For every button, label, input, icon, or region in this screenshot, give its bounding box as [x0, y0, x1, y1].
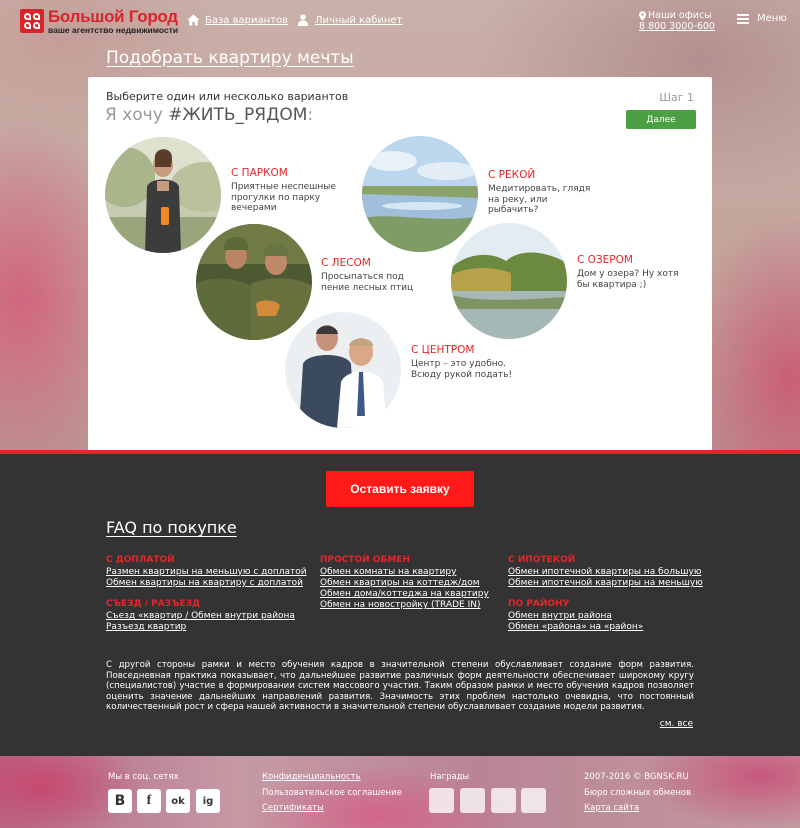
- faq-link[interactable]: Обмен внутри района: [508, 611, 703, 622]
- option-river-title[interactable]: С РЕКОЙ: [488, 169, 535, 181]
- selection-card: Выберите один или несколько вариантов Я …: [88, 77, 712, 451]
- faq-link[interactable]: Размен квартиры на меньшую с доплатой: [106, 567, 307, 578]
- option-forest-title[interactable]: С ЛЕСОМ: [321, 257, 371, 269]
- menu-button[interactable]: Меню: [737, 13, 787, 24]
- headline-word-1: Подобрать: [106, 48, 203, 68]
- option-park-title[interactable]: С ПАРКОМ: [231, 167, 288, 179]
- center-photo-image: [285, 312, 401, 428]
- instagram-icon[interactable]: ig: [196, 789, 220, 813]
- sitemap-link[interactable]: Карта сайта: [584, 803, 639, 813]
- logo[interactable]: Большой Город ваше агентство недвижимост…: [20, 8, 178, 35]
- nav-database-link[interactable]: База вариантов: [187, 14, 288, 26]
- forest-photo-image: [196, 224, 312, 340]
- option-river-desc: Медитировать, глядя на реку, или рыбачит…: [488, 184, 591, 215]
- facebook-icon[interactable]: f: [137, 789, 161, 813]
- card-title: Я хочу #ЖИТЬ_РЯДОМ:: [105, 105, 313, 125]
- option-center-title[interactable]: С ЦЕНТРОМ: [411, 344, 474, 356]
- odnoklassniki-icon[interactable]: ok: [166, 789, 190, 813]
- card-title-hashtag: #ЖИТЬ_РЯДОМ: [168, 105, 308, 125]
- see-all-link[interactable]: см. все: [660, 719, 693, 729]
- nav-cabinet-label: Личный кабинет: [315, 14, 403, 26]
- award-badge[interactable]: [429, 788, 454, 813]
- page-headline[interactable]: Подобрать квартиру мечты: [106, 48, 354, 68]
- hamburger-icon: [737, 13, 749, 24]
- offices-block[interactable]: Наши офисы 8 800 3000-600: [639, 10, 715, 32]
- option-forest-desc: Просыпаться под пение лесных птиц: [321, 272, 414, 293]
- option-river-photo[interactable]: [362, 136, 478, 252]
- option-park-photo[interactable]: [105, 137, 221, 253]
- faq-heading: ПО РАЙОНУ: [508, 599, 570, 609]
- faq-section: Оставить заявку FAQ по покупке С ДОПЛАТО…: [0, 450, 800, 756]
- award-badge[interactable]: [521, 788, 546, 813]
- award-badge[interactable]: [460, 788, 485, 813]
- menu-label: Меню: [757, 13, 787, 24]
- step-indicator: Шаг 1: [659, 91, 694, 104]
- user-icon: [297, 14, 310, 26]
- awards-label: Награды: [430, 772, 470, 782]
- offices-label: Наши офисы: [648, 10, 712, 21]
- faq-link[interactable]: Обмен квартиры на квартиру с доплатой: [106, 578, 307, 589]
- option-center-desc: Центр – это удобно. Всюду рукой подать!: [411, 359, 513, 380]
- home-icon: [187, 14, 200, 26]
- logo-subtitle: ваше агентство недвижимости: [48, 25, 179, 35]
- footer-link-privacy[interactable]: Конфиденциальность: [262, 772, 361, 782]
- headline-word-2: квартиру: [208, 48, 292, 68]
- faq-column-2: ПРОСТОЙ ОБМЕН Обмен комнаты на квартиру …: [320, 555, 489, 611]
- faq-link[interactable]: Съезд «квартир / Обмен внутри района: [106, 611, 307, 622]
- map-pin-icon: [639, 10, 646, 21]
- nav-cabinet-link[interactable]: Личный кабинет: [297, 14, 402, 26]
- option-lake-desc: Дом у озера? Ну хотя бы квартира ;): [577, 269, 679, 290]
- headline-word-3: мечты: [297, 48, 354, 68]
- option-lake-photo[interactable]: [451, 223, 567, 339]
- award-badge[interactable]: [491, 788, 516, 813]
- phone-number[interactable]: 8 800 3000-600: [639, 21, 715, 32]
- social-label: Мы в соц. сетях: [108, 772, 179, 782]
- faq-link[interactable]: Обмен ипотечной квартиры на меньшую: [508, 578, 703, 589]
- faq-heading: С ИПОТЕКОЙ: [508, 555, 576, 565]
- vk-icon[interactable]: В: [108, 789, 132, 813]
- copyright: 2007-2016 © BGNSK.RU: [584, 772, 689, 782]
- faq-title[interactable]: FAQ по покупке: [106, 518, 237, 537]
- faq-heading: С ДОПЛАТОЙ: [106, 555, 175, 565]
- option-park-desc: Приятные неспешные прогулки по парку веч…: [231, 182, 336, 213]
- park-photo-image: [105, 137, 221, 253]
- faq-link[interactable]: Обмен комнаты на квартиру: [320, 567, 489, 578]
- faq-column-1: С ДОПЛАТОЙ Размен квартиры на меньшую с …: [106, 555, 307, 633]
- faq-link[interactable]: Обмен дома/коттеджа на квартиру: [320, 589, 489, 600]
- faq-link[interactable]: Обмен ипотечной квартиры на большую: [508, 567, 703, 578]
- faq-link[interactable]: Обмен на новостройку (TRADE IN): [320, 600, 489, 611]
- card-title-suffix: :: [307, 105, 314, 125]
- card-title-prefix: Я хочу: [105, 105, 169, 125]
- faq-heading: СЪЕЗД / РАЗЪЕЗД: [106, 599, 201, 609]
- option-center-photo[interactable]: [285, 312, 401, 428]
- faq-column-3: С ИПОТЕКОЙ Обмен ипотечной квартиры на б…: [508, 555, 703, 633]
- card-subtitle: Выберите один или несколько вариантов: [106, 90, 349, 103]
- lake-photo-image: [451, 223, 567, 339]
- logo-icon: [20, 9, 44, 34]
- nav-database-label: База вариантов: [205, 14, 288, 26]
- faq-link[interactable]: Обмен квартиры на коттедж/дом: [320, 578, 489, 589]
- studio-link[interactable]: Бюро сложных обменов: [584, 788, 691, 798]
- logo-title: Большой Город: [48, 7, 178, 26]
- footer-link-certificates[interactable]: Сертификаты: [262, 803, 324, 813]
- seo-paragraph: С другой стороны рамки и место обучения …: [106, 660, 694, 713]
- option-lake-title[interactable]: С ОЗЕРОМ: [577, 254, 633, 266]
- option-forest-photo[interactable]: [196, 224, 312, 340]
- faq-link[interactable]: Разъезд квартир: [106, 622, 307, 633]
- footer-link-agreement[interactable]: Пользовательское соглашение: [262, 788, 402, 798]
- apply-button[interactable]: Оставить заявку: [326, 471, 474, 507]
- faq-link[interactable]: Обмен «района» на «район»: [508, 622, 703, 633]
- river-photo-image: [362, 136, 478, 252]
- next-button[interactable]: Далее: [626, 110, 696, 129]
- faq-heading: ПРОСТОЙ ОБМЕН: [320, 555, 410, 565]
